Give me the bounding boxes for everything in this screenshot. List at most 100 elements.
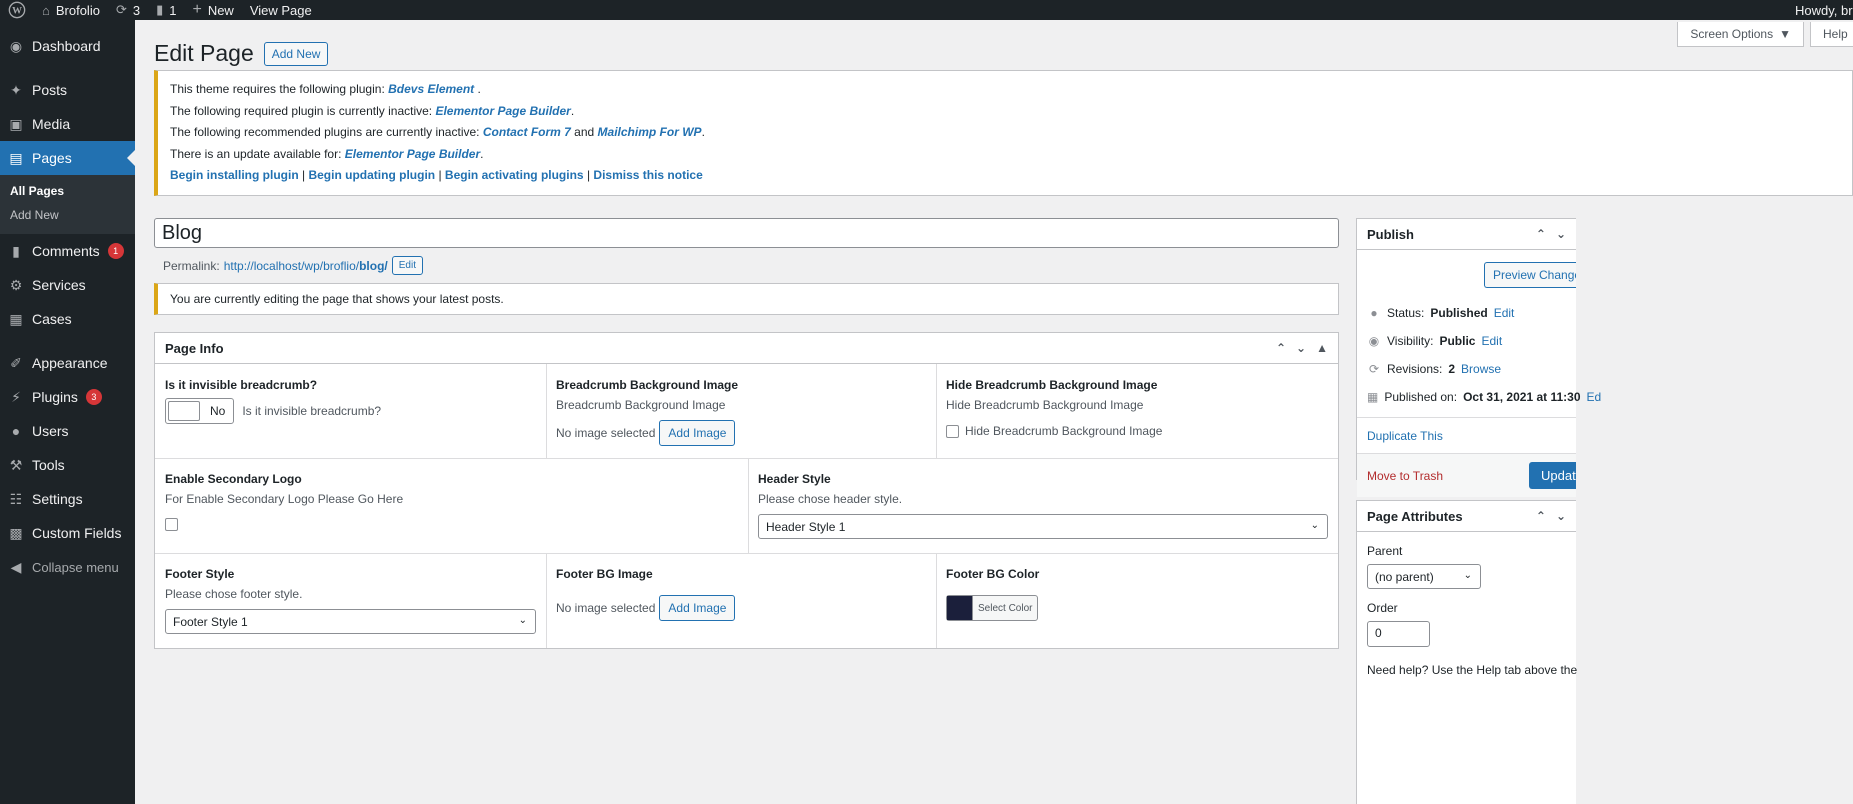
admin-bar-account[interactable]: Howdy, brofo (1787, 0, 1853, 20)
dashboard-icon: ◉ (9, 37, 23, 54)
order-label: Order (1367, 601, 1398, 615)
submenu-all-pages[interactable]: All Pages (0, 179, 135, 203)
plugin-icon: ⚡ (11, 388, 21, 405)
field-label: Footer Style (165, 567, 235, 581)
sidebar-label: Comments (32, 243, 100, 259)
notice-text: The following recommended plugins are cu… (170, 125, 483, 139)
sidebar-item-posts[interactable]: ✦ Posts (0, 73, 135, 107)
field-description: Please chose header style. (758, 492, 903, 506)
footer-style-select[interactable]: Footer Style 1 ⌄ (165, 609, 536, 634)
sidebar-item-settings[interactable]: ☷ Settings (0, 482, 135, 516)
add-footer-image-button[interactable]: Add Image (659, 595, 736, 621)
update-button[interactable]: Update (1529, 462, 1576, 489)
field-secondary-logo: Enable Secondary Logo For Enable Seconda… (155, 458, 748, 545)
edit-visibility-link[interactable]: Edit (1481, 334, 1502, 348)
sidebar-label: Posts (32, 82, 68, 98)
admin-bar-view-page[interactable]: View Page (242, 0, 320, 20)
screen-options-button[interactable]: Screen Options ▼ (1677, 22, 1804, 47)
pin-icon: ● (1370, 306, 1378, 320)
begin-updating-link[interactable]: Begin updating plugin (308, 168, 435, 182)
settings-icon: ☷ (9, 490, 23, 507)
sidebar-item-plugins[interactable]: ⚡ Plugins 3 (0, 380, 135, 414)
submenu-add-new[interactable]: Add New (0, 203, 135, 227)
publish-box: Publish ⌃ ⌄ Preview Changes ● Status: Pub… (1356, 218, 1601, 497)
permalink-link[interactable]: http://localhost/wp/broflio/blog/ (224, 259, 388, 273)
permalink-edit-button[interactable]: Edit (391, 256, 423, 275)
chevron-down-icon: ⌄ (1463, 570, 1472, 581)
begin-activating-link[interactable]: Begin activating plugins (445, 168, 584, 182)
begin-installing-link[interactable]: Begin installing plugin (170, 168, 299, 182)
sidebar-collapse-menu[interactable]: ◀ Collapse menu (0, 550, 135, 584)
notice-line: This theme requires the following plugin… (170, 82, 481, 96)
sidebar-item-appearance[interactable]: ✐ Appearance (0, 346, 135, 380)
chevron-down-icon[interactable]: ⌄ (1556, 227, 1566, 241)
sidebar-item-tools[interactable]: ⚒ Tools (0, 448, 135, 482)
edit-status-link[interactable]: Edit (1494, 306, 1515, 320)
notice-line: There is an update available for: Elemen… (170, 146, 484, 161)
wordpress-logo-icon[interactable]: W (0, 0, 34, 20)
preview-changes-button[interactable]: Preview Changes (1484, 262, 1576, 288)
no-image-text: No image selected (556, 601, 656, 615)
published-value: Oct 31, 2021 at 11:30 (1463, 390, 1581, 404)
elementor-update-link[interactable]: Elementor Page Builder (345, 147, 480, 161)
box-controls: ⌃ ⌄ ▲ (1276, 341, 1328, 355)
admin-bar-new[interactable]: + New (184, 0, 241, 20)
sidebar-label: Tools (32, 457, 65, 473)
attributes-help-text: Need help? Use the Help tab above the (1367, 663, 1578, 677)
dismiss-notice-link[interactable]: Dismiss this notice (593, 168, 702, 182)
home-icon: ⌂ (42, 2, 50, 18)
edit-date-link[interactable]: Ed (1587, 390, 1602, 404)
sidebar-item-media[interactable]: ▣ Media (0, 107, 135, 141)
chevron-up-icon[interactable]: ⌃ (1536, 227, 1546, 241)
add-new-page-button[interactable]: Add New (263, 41, 329, 66)
help-button[interactable]: Help (1810, 22, 1853, 47)
calendar-icon: ▦ (1367, 390, 1379, 404)
field-label: Footer BG Image (556, 567, 653, 581)
brush-icon: ✐ (10, 354, 22, 371)
chevron-down-icon[interactable]: ⌄ (1296, 341, 1306, 355)
parent-select[interactable]: (no parent) ⌄ (1367, 564, 1481, 589)
sidebar-label: Pages (32, 150, 72, 166)
comment-icon: ▮ (12, 242, 20, 259)
chevron-up-icon[interactable]: ⌃ (1536, 509, 1546, 523)
toggle-panel-icon[interactable]: ▲ (1316, 341, 1328, 355)
order-input[interactable]: 0 (1367, 621, 1430, 647)
admin-bar-comments[interactable]: ▮ 1 (148, 0, 184, 20)
sidebar-item-comments[interactable]: ▮ Comments 1 (0, 234, 135, 268)
sidebar-item-pages[interactable]: ▤ Pages (0, 141, 135, 175)
hide-breadcrumb-checkbox[interactable] (946, 424, 959, 438)
move-to-trash-link[interactable]: Move to Trash (1367, 469, 1443, 483)
color-picker-button[interactable]: Select Color (946, 595, 1039, 621)
view-page-label: View Page (249, 2, 312, 18)
publish-actions: Move to Trash Update (1357, 453, 1576, 497)
add-breadcrumb-image-button[interactable]: Add Image (659, 420, 736, 446)
page-attributes-box: Page Attributes ⌃ ⌄ Parent (no parent) ⌄ … (1356, 500, 1578, 804)
page-title: Edit Page (154, 40, 254, 66)
sidebar-item-services[interactable]: ⚙ Services (0, 268, 135, 302)
contact-form-link[interactable]: Contact Form 7 (483, 125, 571, 139)
admin-bar-site[interactable]: ⌂ Brofolio (34, 0, 108, 20)
page-info-fields: Is it invisible breadcrumb? No Is it inv… (155, 364, 1338, 648)
sidebar-item-cases[interactable]: ▦ Cases (0, 302, 135, 336)
sidebar-item-users[interactable]: ● Users (0, 414, 135, 448)
header-style-select[interactable]: Header Style 1 ⌄ (758, 514, 1328, 539)
browse-revisions-link[interactable]: Browse (1461, 362, 1501, 376)
bdevs-element-link[interactable]: Bdevs Element (388, 82, 477, 96)
mailchimp-link[interactable]: Mailchimp For WP (598, 125, 702, 139)
field-header-style: Header Style Please chose header style. … (748, 458, 1338, 553)
chevron-down-icon[interactable]: ⌄ (1556, 509, 1566, 523)
elementor-link[interactable]: Elementor Page Builder (435, 104, 570, 118)
comments-count: 1 (169, 2, 177, 18)
page-attributes-title: Page Attributes (1367, 508, 1463, 524)
chevron-up-icon[interactable]: ⌃ (1276, 341, 1286, 355)
post-title-input[interactable]: Blog (154, 218, 1339, 248)
invisible-breadcrumb-toggle[interactable]: No (165, 398, 235, 424)
duplicate-link[interactable]: Duplicate This (1367, 429, 1443, 443)
secondary-logo-checkbox[interactable] (165, 518, 178, 531)
permalink-label: Permalink: (163, 258, 220, 273)
sidebar-item-dashboard[interactable]: ◉ Dashboard (0, 29, 135, 63)
admin-bar-updates[interactable]: ⟳ 3 (108, 0, 148, 20)
chevron-down-icon: ⌄ (1310, 520, 1319, 531)
sidebar-item-custom-fields[interactable]: ▩ Custom Fields (0, 516, 135, 550)
sidebar-label: Dashboard (32, 38, 101, 54)
